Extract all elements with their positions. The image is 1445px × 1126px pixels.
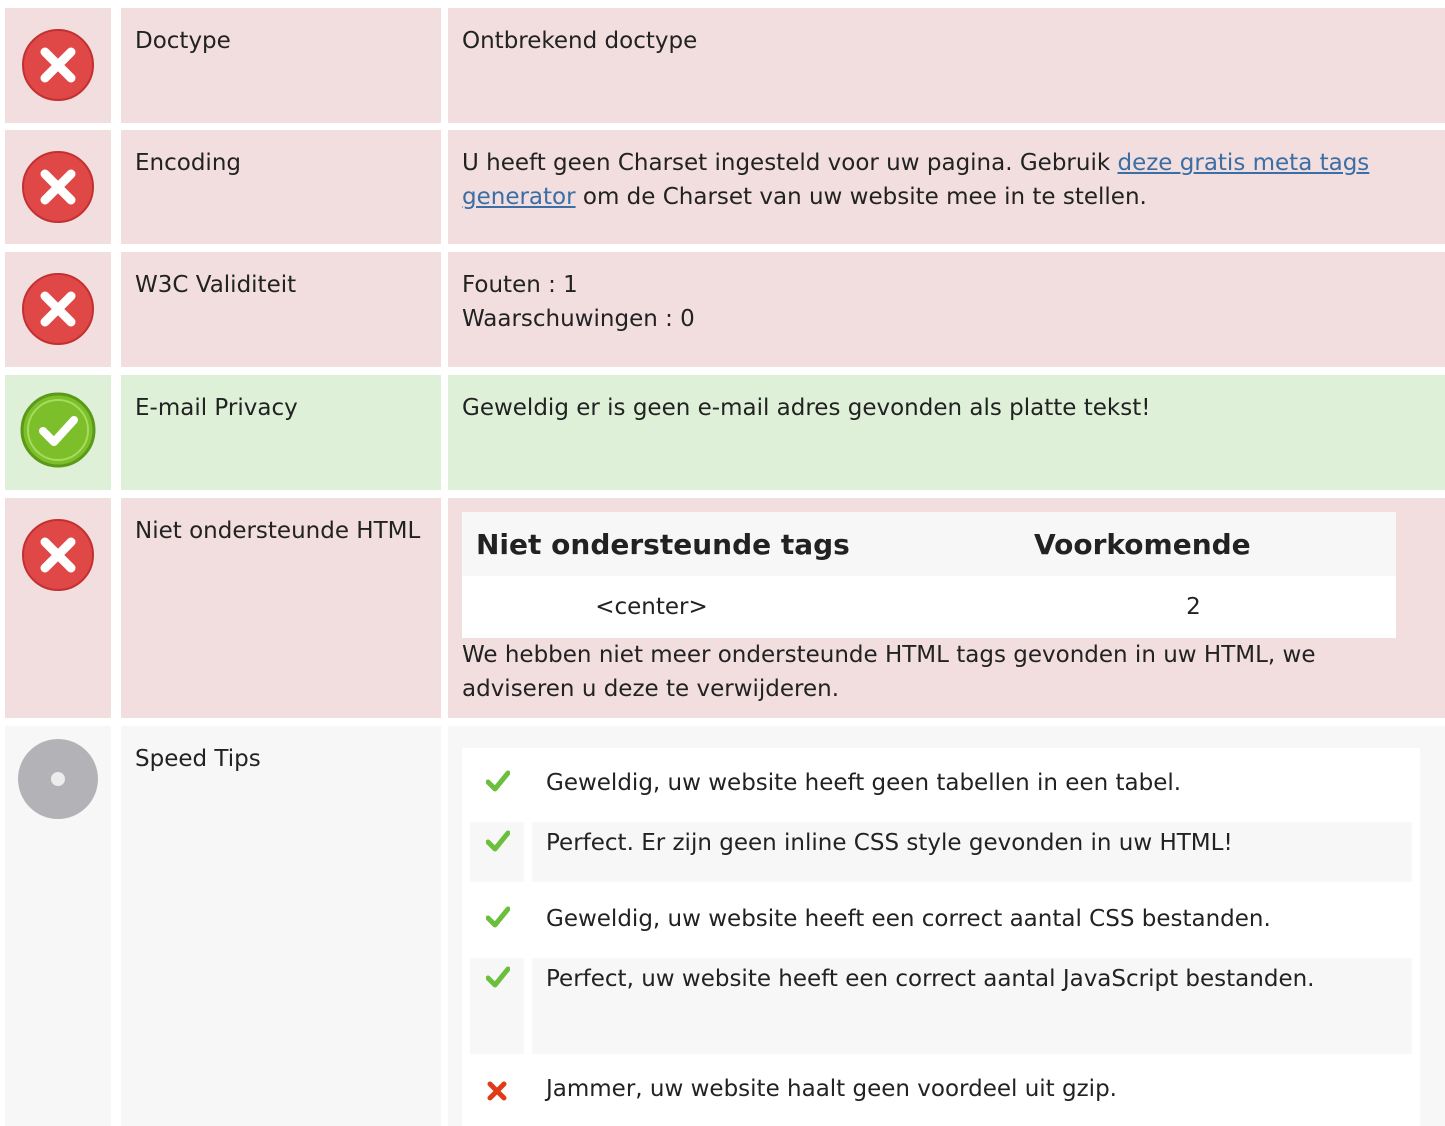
row-unsupported-html: Niet ondersteunde HTML Niet ondersteunde… [5, 498, 1445, 718]
check-icon [486, 966, 510, 988]
tip-text: Perfect, uw website heeft een correct aa… [532, 958, 1412, 1054]
unsupported-note: We hebben niet meer ondersteunde HTML ta… [462, 642, 1316, 702]
row-label: Niet ondersteunde HTML [135, 518, 421, 544]
error-icon [22, 273, 94, 345]
tip-text: Perfect. Er zijn geen inline CSS style g… [532, 822, 1412, 882]
error-icon [22, 29, 94, 101]
list-item: Perfect, uw website heeft een correct aa… [470, 958, 1412, 1054]
success-icon [20, 392, 96, 468]
count-cell: 2 [1186, 594, 1201, 620]
check-icon [486, 830, 510, 852]
row-label: E-mail Privacy [135, 395, 298, 421]
check-icon [486, 770, 510, 792]
row-speed-tips: Speed Tips Geweldig, uw website heeft ge… [5, 726, 1445, 1126]
row-value: U heeft geen Charset ingesteld voor uw p… [462, 150, 1370, 210]
tag-cell: <center> [595, 594, 708, 620]
list-item: Geweldig, uw website heeft geen tabellen… [470, 762, 1412, 812]
list-item: Perfect. Er zijn geen inline CSS style g… [470, 822, 1412, 882]
w3c-warnings: Waarschuwingen : 0 [462, 306, 695, 332]
row-label: Encoding [135, 150, 241, 176]
row-doctype: Doctype Ontbrekend doctype [5, 8, 1445, 123]
table-header-tags: Niet ondersteunde tags [462, 512, 1020, 576]
row-w3c: W3C Validiteit Fouten : 1 Waarschuwingen… [5, 252, 1445, 367]
table-header-count: Voorkomende [1020, 512, 1396, 576]
tip-text: Geweldig, uw website heeft een correct a… [546, 906, 1271, 932]
error-icon [22, 151, 94, 223]
row-value: Ontbrekend doctype [462, 28, 698, 54]
row-label: W3C Validiteit [135, 272, 297, 298]
speed-tips-list: Geweldig, uw website heeft geen tabellen… [462, 748, 1420, 1126]
unsupported-tags-table: Niet ondersteunde tags Voorkomende <cent… [462, 512, 1396, 638]
row-email-privacy: E-mail Privacy Geweldig er is geen e-mai… [5, 375, 1445, 490]
row-label: Doctype [135, 28, 231, 54]
tip-text: Geweldig, uw website heeft geen tabellen… [546, 770, 1182, 796]
list-item: Geweldig, uw website heeft een correct a… [470, 898, 1412, 948]
w3c-errors: Fouten : 1 [462, 272, 578, 298]
row-label: Speed Tips [135, 746, 261, 772]
row-value: Fouten : 1 Waarschuwingen : 0 [462, 268, 1425, 336]
row-encoding: Encoding U heeft geen Charset ingesteld … [5, 130, 1445, 244]
row-value: Geweldig er is geen e-mail adres gevonde… [462, 395, 1151, 421]
error-icon [22, 519, 94, 591]
list-item: Jammer, uw website haalt geen voordeel u… [470, 1068, 1412, 1118]
cross-icon [487, 1081, 507, 1101]
neutral-icon [18, 739, 98, 819]
check-icon [486, 906, 510, 928]
table-row: <center> 2 [462, 576, 1396, 638]
tip-text: Jammer, uw website haalt geen voordeel u… [546, 1076, 1117, 1102]
